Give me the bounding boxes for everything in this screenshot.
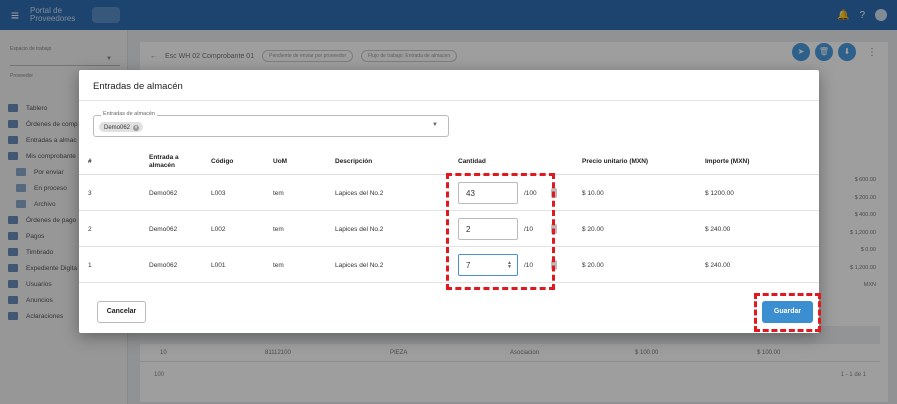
cell-code: L003 [211,189,226,197]
header-code: Código [211,158,234,165]
cell-entry: Demo062 [149,225,178,233]
save-highlight [754,293,821,332]
cell-price: $ 20.00 [582,261,604,269]
header-description: Descripción [335,158,373,165]
header-amount: Importe (MXN) [705,158,750,165]
chip-label: Demo062 [104,124,131,131]
cell-uom: tem [273,261,284,269]
cell-uom: tem [273,225,284,233]
cell-num: 1 [88,261,92,269]
table-header: # Entrada a almacén Código UoM Descripci… [79,149,819,175]
cell-desc: Lapices del No.2 [335,189,384,197]
cell-code: L001 [211,261,226,269]
warehouse-entries-select[interactable]: Entradas de almacén Demo062 × ▼ [93,111,449,137]
cell-num: 2 [88,225,92,233]
cell-desc: Lapices del No.2 [335,225,384,233]
selected-chip: Demo062 × [99,122,144,132]
header-quantity: Cantidad [458,158,486,165]
cell-amount: $ 240.00 [705,225,731,233]
cell-code: L002 [211,225,226,233]
cell-amount: $ 240.00 [705,261,731,269]
cancel-button[interactable]: Cancelar [97,301,146,323]
chevron-down-icon[interactable]: ▼ [432,122,438,128]
header-num: # [88,158,92,165]
cell-uom: tem [273,189,284,197]
chip-remove-icon[interactable]: × [133,124,140,131]
cell-entry: Demo062 [149,189,178,197]
divider [79,100,819,101]
cell-desc: Lapices del No.2 [335,261,384,269]
select-label: Entradas de almacén [101,111,157,117]
header-unit-price: Precio unitario (MXN) [582,158,649,165]
dialog-title: Entradas de almacén [93,81,183,92]
cell-entry: Demo062 [149,261,178,269]
cell-amount: $ 1200.00 [705,189,734,197]
cell-price: $ 10.00 [582,189,604,197]
cell-num: 3 [88,189,92,197]
header-uom: UoM [273,158,288,165]
quantity-highlight [446,173,555,290]
cell-price: $ 20.00 [582,225,604,233]
header-entry: Entrada a almacén [149,154,179,169]
